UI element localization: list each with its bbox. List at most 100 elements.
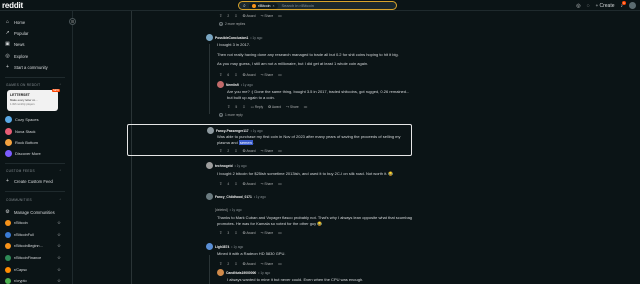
avatar[interactable]	[206, 34, 213, 41]
community-item[interactable]: r/crypto ☆	[5, 277, 61, 284]
chat-icon[interactable]: ◌	[587, 3, 590, 9]
game-item[interactable]: Nova Stack	[5, 127, 35, 135]
share-button[interactable]: ↪ Share	[261, 182, 274, 186]
community-item[interactable]: r/BitcoinFull ☆	[5, 231, 61, 239]
avatar[interactable]	[206, 162, 213, 169]
award-button[interactable]: ✪ Award	[243, 262, 256, 266]
timestamp[interactable]: • 1y ago	[230, 208, 242, 212]
share-button[interactable]: ↪ Share	[261, 73, 274, 77]
username[interactable]: PossibleConclusion1	[215, 36, 248, 40]
downvote-icon[interactable]: ⇩	[234, 261, 237, 266]
timestamp[interactable]: • 1y ago	[251, 129, 263, 133]
reddit-logo[interactable]: reddit	[2, 1, 23, 10]
search-input[interactable]: Search in r/Bitcoin	[282, 3, 314, 8]
communities-section-header[interactable]: COMMUNITIES ⌃	[6, 198, 62, 202]
more-options-icon[interactable]: •••	[278, 182, 281, 186]
create-button[interactable]: + Create	[596, 3, 615, 9]
custom-feeds-section-header[interactable]: CUSTOM FEEDS ⌃	[6, 169, 62, 173]
sidebar-item-explore[interactable]: ◎ Explore	[5, 52, 28, 60]
share-button[interactable]: ↪ Share	[261, 14, 274, 18]
community-item[interactable]: r/Bitcoin ☆	[5, 219, 61, 227]
more-options-icon[interactable]: •••	[278, 231, 281, 235]
chip-close-icon[interactable]: ×	[272, 3, 274, 9]
create-custom-feed[interactable]: + Create Custom Feed	[5, 177, 53, 185]
downvote-icon[interactable]: ⇩	[234, 181, 237, 186]
username[interactable]: Nemiisfi	[226, 83, 239, 87]
award-button[interactable]: ✪ Award	[243, 231, 256, 235]
timestamp[interactable]: • 1y ago	[250, 36, 262, 40]
community-item[interactable]: r/BitcoinBeginn… ☆	[5, 242, 61, 250]
username[interactable]: Fancy-Passenger117	[216, 129, 249, 133]
star-icon[interactable]: ☆	[57, 243, 61, 249]
upvote-icon[interactable]: ⇧	[219, 261, 222, 266]
username[interactable]: CandNuts19000000	[226, 271, 256, 275]
more-options-icon[interactable]: •••	[278, 149, 281, 153]
user-avatar[interactable]	[629, 2, 636, 9]
game-item[interactable]: Cozy Spaces	[5, 115, 39, 123]
upvote-icon[interactable]: ⇧	[219, 230, 222, 235]
share-button[interactable]: ↪ Share	[261, 231, 274, 235]
downvote-icon[interactable]: ⇩	[242, 104, 245, 109]
timestamp[interactable]: • 1y ago	[241, 83, 253, 87]
sidebar-item-popular[interactable]: ↗ Popular	[5, 29, 28, 37]
avatar[interactable]	[207, 127, 214, 134]
username[interactable]: Ligh3874	[215, 245, 229, 249]
star-icon[interactable]: ☆	[57, 255, 61, 261]
more-options-icon[interactable]: •••	[278, 262, 281, 266]
upvote-icon[interactable]: ⇧	[219, 181, 222, 186]
username[interactable]: technogeid	[215, 164, 233, 168]
letterset-game-card[interactable]: NEW LETTERSET Make every letter co… 1.3M…	[7, 89, 60, 111]
star-icon[interactable]: ☆	[57, 220, 61, 226]
manage-communities[interactable]: ⚙ Manage Communities	[5, 208, 54, 216]
timestamp[interactable]: • 1y ago	[235, 164, 247, 168]
sidebar-item-start-community[interactable]: + Start a community	[5, 63, 48, 71]
upvote-icon[interactable]: ⇧	[219, 148, 222, 153]
reply-button[interactable]: ▭ Reply	[251, 105, 264, 109]
sidebar-item-news[interactable]: ▣ News	[5, 40, 24, 48]
avatar[interactable]	[206, 243, 213, 250]
downvote-icon[interactable]: ⇩	[234, 230, 237, 235]
share-button[interactable]: ↪ Share	[286, 105, 299, 109]
upvote-icon[interactable]: ⇧	[219, 72, 222, 77]
notifications-icon[interactable]: ♪ 1	[621, 0, 626, 9]
games-section-header[interactable]: GAMES ON REDDIT ⌃	[6, 83, 62, 87]
avatar[interactable]	[217, 269, 224, 276]
community-item[interactable]: r/BitcoinFinance ☆	[5, 254, 61, 262]
share-button[interactable]: ↪ Share	[261, 149, 274, 153]
more-options-icon[interactable]: •••	[278, 14, 281, 18]
award-button[interactable]: ✪ Award	[243, 73, 256, 77]
timestamp[interactable]: • 1y ago	[231, 245, 243, 249]
thread-line[interactable]	[209, 255, 210, 284]
star-icon[interactable]: ☆	[57, 232, 61, 238]
upvote-icon[interactable]: ⇧	[227, 104, 230, 109]
downvote-icon[interactable]: ⇩	[234, 72, 237, 77]
upvote-icon[interactable]: ⇧	[219, 13, 222, 18]
timestamp[interactable]: • 1y ago	[258, 271, 270, 275]
thread-line[interactable]	[209, 44, 210, 114]
more-options-icon[interactable]: •••	[278, 73, 281, 77]
timestamp[interactable]: • 1y ago	[254, 195, 266, 199]
award-button[interactable]: ✪ Award	[243, 182, 256, 186]
award-button[interactable]: ✪ Award	[243, 149, 256, 153]
more-replies-link[interactable]: +1 more reply	[219, 113, 243, 117]
subreddit-search-chip[interactable]: r/Bitcoin ×	[248, 2, 278, 9]
community-item[interactable]: r/Capsc ☆	[5, 266, 61, 274]
avatar[interactable]	[217, 81, 224, 88]
downvote-icon[interactable]: ⇩	[234, 148, 237, 153]
award-button[interactable]: ✪ Award	[268, 105, 281, 109]
award-button[interactable]: ✪ Award	[243, 14, 256, 18]
star-icon[interactable]: ☆	[57, 267, 61, 273]
avatar[interactable]	[206, 193, 213, 200]
more-replies-link[interactable]: +2 more replies	[219, 22, 245, 26]
game-item[interactable]: Discover More	[5, 149, 41, 157]
sidebar-item-home[interactable]: ⌂ Home	[5, 18, 25, 26]
more-options-icon[interactable]: •••	[304, 105, 307, 109]
ads-icon[interactable]: ◎	[576, 3, 580, 9]
share-button[interactable]: ↪ Share	[261, 262, 274, 266]
star-icon[interactable]: ☆	[57, 278, 61, 284]
downvote-icon[interactable]: ⇩	[234, 13, 237, 18]
username[interactable]: Fancy_Childhood_0171	[215, 195, 252, 199]
game-item[interactable]: Rock Bottom	[5, 138, 38, 146]
collapse-sidebar-button[interactable]: ☰	[69, 18, 76, 25]
search-bar[interactable]: ⌕ r/Bitcoin × Search in r/Bitcoin	[238, 1, 397, 10]
